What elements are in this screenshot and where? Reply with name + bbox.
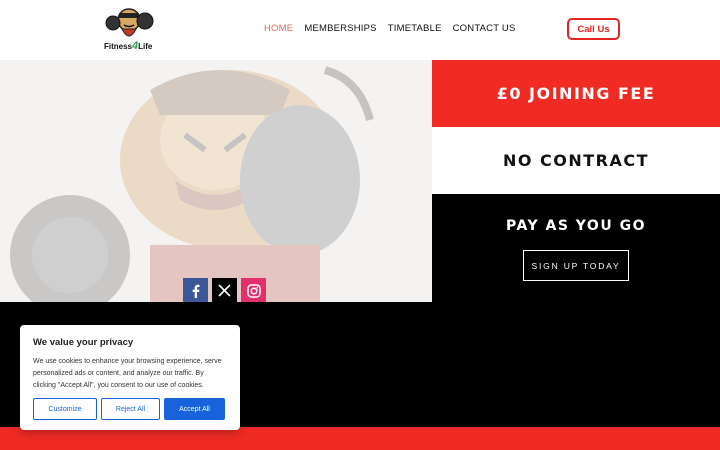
nav-home[interactable]: HOME	[264, 23, 293, 34]
cookie-consent-dialog: We value your privacy We use cookies to …	[20, 325, 240, 430]
logo-text: Fitness4Life	[104, 40, 152, 52]
customize-button[interactable]: Customize	[33, 398, 97, 420]
site-header: Fitness4Life HOME MEMBERSHIPS TIMETABLE …	[0, 0, 720, 60]
logo-text-fitness: Fitness	[104, 42, 133, 51]
sign-up-button[interactable]: SIGN UP TODAY	[523, 250, 629, 281]
x-icon[interactable]	[212, 278, 237, 302]
pay-as-you-go-panel: PAY AS YOU GO SIGN UP TODAY	[432, 194, 720, 302]
no-contract-panel: NO CONTRACT	[432, 127, 720, 194]
cookie-description: We use cookies to enhance your browsing …	[33, 358, 222, 389]
reject-all-button[interactable]: Reject All	[101, 398, 160, 420]
facebook-icon[interactable]	[183, 278, 208, 302]
joining-fee-panel: £0 JOINING FEE	[432, 60, 720, 127]
cookie-actions: Customize Reject All Accept All	[33, 398, 225, 420]
logo-mascot-icon	[105, 8, 154, 37]
accept-all-button[interactable]: Accept All	[164, 398, 225, 420]
hero-mascot-icon	[10, 66, 374, 302]
pay-as-you-go-heading: PAY AS YOU GO	[506, 218, 646, 234]
nav-memberships[interactable]: MEMBERSHIPS	[304, 23, 376, 34]
red-footer-band	[0, 427, 720, 450]
call-us-button[interactable]: Call Us	[567, 18, 620, 40]
social-links	[183, 278, 266, 302]
main-nav: HOME MEMBERSHIPS TIMETABLE CONTACT US	[264, 23, 527, 34]
logo-text-life: Life	[138, 42, 153, 51]
nav-contact-us[interactable]: CONTACT US	[453, 23, 516, 34]
instagram-icon[interactable]	[241, 278, 266, 302]
hero-image-area	[0, 60, 432, 302]
cookie-title: We value your privacy	[33, 337, 134, 348]
nav-timetable[interactable]: TIMETABLE	[388, 23, 442, 34]
